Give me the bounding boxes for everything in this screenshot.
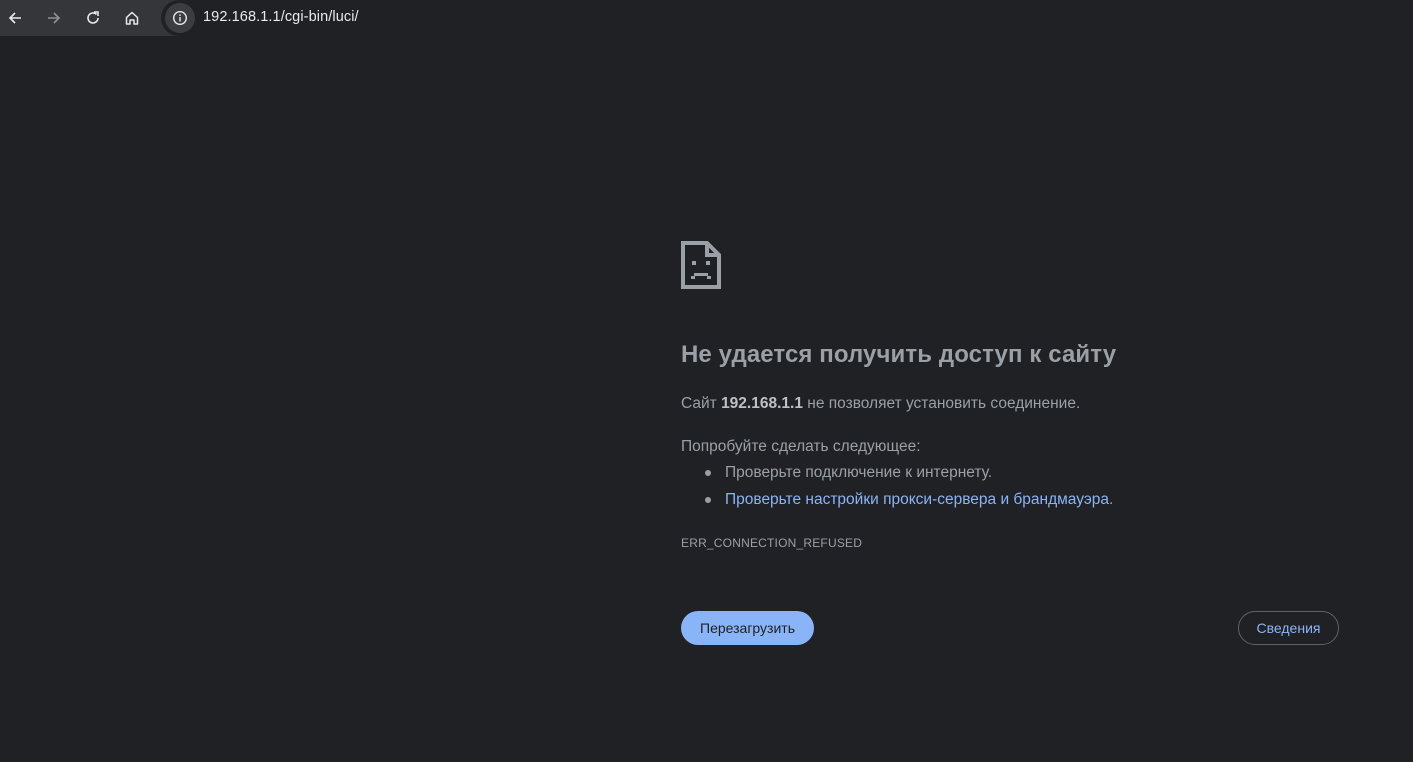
error-title: Не удается получить доступ к сайту bbox=[681, 341, 1117, 368]
suggestion-check-connection: Проверьте подключение к интернету. bbox=[725, 464, 993, 481]
forward-button[interactable] bbox=[39, 3, 69, 33]
site-info-button[interactable] bbox=[165, 3, 195, 33]
bullet-icon bbox=[705, 470, 711, 476]
bullet-icon bbox=[705, 497, 711, 503]
suggestion-suffix: . bbox=[1108, 491, 1114, 508]
address-bar[interactable]: 192.168.1.1/cgi-bin/luci/ bbox=[161, 0, 1413, 36]
list-item: Проверьте подключение к интернету. bbox=[681, 462, 1113, 489]
reload-button[interactable] bbox=[78, 3, 108, 33]
error-host: 192.168.1.1 bbox=[721, 395, 803, 412]
list-item: Проверьте настройки прокси-сервера и бра… bbox=[681, 489, 1113, 516]
suggestions-list: Проверьте подключение к интернету. Прове… bbox=[681, 462, 1113, 516]
home-icon bbox=[125, 11, 139, 25]
details-button[interactable]: Сведения bbox=[1238, 611, 1339, 645]
suggestions-heading: Попробуйте сделать следующее: bbox=[681, 438, 921, 455]
home-button[interactable] bbox=[117, 3, 147, 33]
url-text[interactable]: 192.168.1.1/cgi-bin/luci/ bbox=[203, 9, 359, 25]
info-icon bbox=[172, 10, 188, 26]
reload-page-button[interactable]: Перезагрузить bbox=[681, 611, 814, 645]
forward-icon bbox=[48, 12, 61, 24]
back-button[interactable] bbox=[0, 3, 30, 33]
sad-page-icon bbox=[681, 241, 721, 289]
error-description: Сайт 192.168.1.1 не позволяет установить… bbox=[681, 395, 1080, 413]
proxy-firewall-link[interactable]: Проверьте настройки прокси-сервера и бра… bbox=[725, 491, 1109, 508]
browser-toolbar: 192.168.1.1/cgi-bin/luci/ bbox=[0, 0, 1413, 36]
error-code: ERR_CONNECTION_REFUSED bbox=[681, 536, 863, 550]
desc-suffix: не позволяет установить соединение. bbox=[802, 395, 1081, 412]
desc-prefix: Сайт bbox=[681, 395, 722, 412]
back-icon bbox=[8, 12, 21, 24]
reload-icon bbox=[87, 11, 99, 24]
